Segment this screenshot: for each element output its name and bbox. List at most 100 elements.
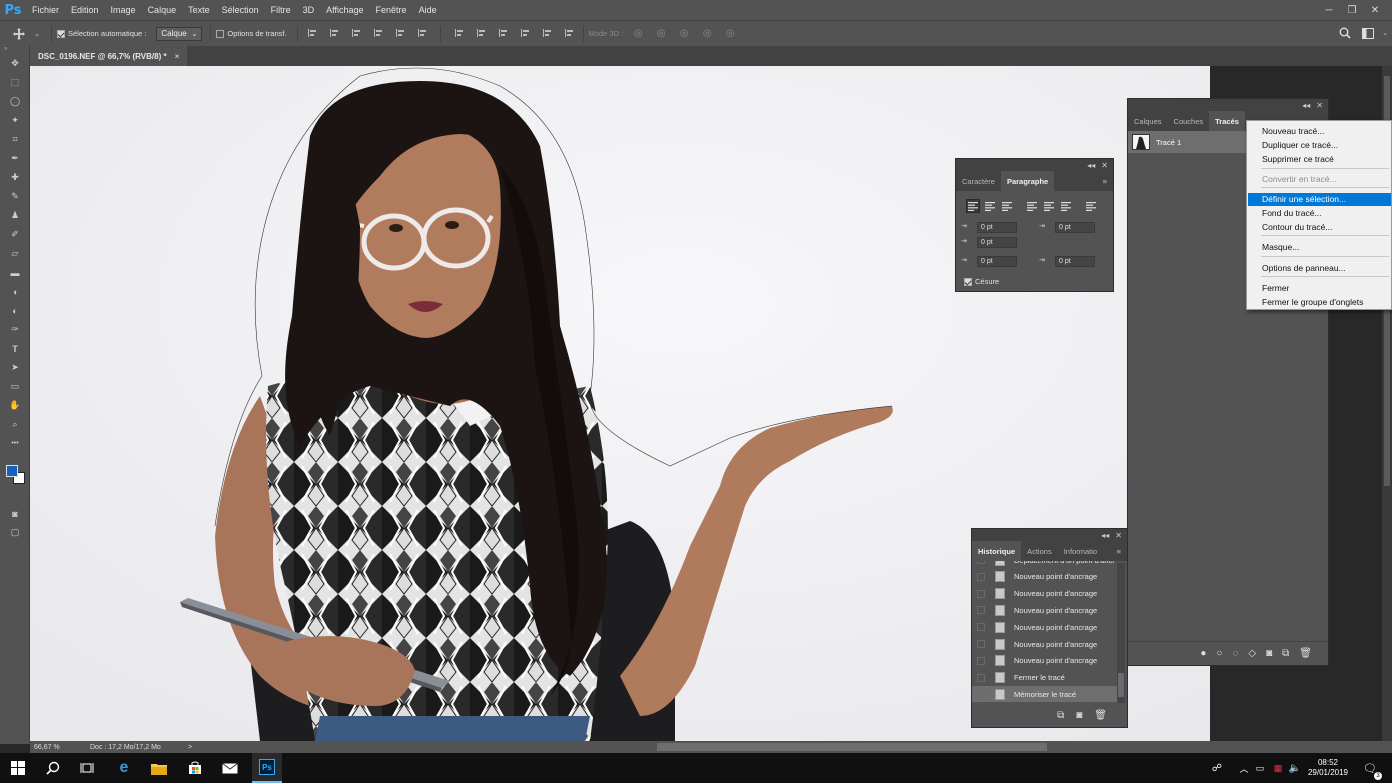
photoshop-taskbar-icon[interactable]: Ps	[252, 753, 282, 783]
tab-actions[interactable]: Actions	[1021, 541, 1058, 561]
task-view-icon[interactable]	[77, 758, 97, 778]
quick-mask-icon[interactable]: ◙	[0, 504, 30, 523]
brush-tool-icon[interactable]: ✎	[0, 187, 30, 206]
context-menu-item[interactable]: Fermer le groupe d'onglets	[1248, 296, 1391, 309]
space-before-field[interactable]: 0 pt	[977, 256, 1017, 267]
history-item[interactable]: Nouveau point d'ancrage	[972, 636, 1117, 652]
restore-icon[interactable]: ❐	[1341, 0, 1363, 20]
history-item[interactable]: Nouveau point d'ancrage	[972, 586, 1117, 602]
search-icon[interactable]	[1338, 26, 1352, 40]
indent-first-line-field[interactable]: 0 pt	[977, 237, 1017, 248]
pan-3d-icon[interactable]: ◎	[677, 27, 691, 41]
collapse-icon[interactable]: ◂◂	[1302, 101, 1310, 110]
collapse-icon[interactable]: ◂◂	[1101, 531, 1109, 540]
menu-5[interactable]: Sélection	[216, 0, 265, 20]
tab-history[interactable]: Historique	[972, 541, 1022, 561]
eraser-icon[interactable]: ▱	[0, 244, 30, 263]
history-item[interactable]: Fermer le tracé	[972, 670, 1117, 686]
close-window-icon[interactable]: ✕	[1364, 0, 1386, 20]
chevron-down-icon[interactable]: ⌄	[1378, 26, 1392, 40]
align-distribute-icon[interactable]	[496, 26, 510, 40]
history-scrollbar[interactable]	[1117, 563, 1125, 703]
slide-3d-icon[interactable]: ◎	[700, 27, 714, 41]
close-tab-icon[interactable]: ×	[175, 52, 180, 61]
justify-left-icon[interactable]	[1025, 199, 1039, 213]
align-left-icon[interactable]	[966, 199, 980, 213]
clock[interactable]: 08:52 29/01/2019	[1305, 758, 1351, 778]
move-tool-icon[interactable]: ✥	[0, 54, 30, 73]
trash-icon[interactable]: 🗑	[1299, 648, 1312, 659]
notifications-icon[interactable]: 🗨 3	[1360, 758, 1382, 780]
context-menu-item[interactable]: Fermer	[1248, 282, 1391, 295]
path-selection-icon[interactable]: ➤	[0, 358, 30, 377]
search-icon[interactable]	[43, 758, 63, 778]
battery-icon[interactable]: ▭	[1250, 758, 1270, 778]
panel-menu-icon[interactable]: ≡	[1111, 541, 1127, 561]
edge-browser-icon[interactable]: e	[114, 758, 134, 778]
history-item[interactable]: Déplacement d'un point d'ancr	[972, 561, 1117, 568]
tab-channels[interactable]: Couches	[1168, 111, 1210, 131]
align-center-icon[interactable]	[983, 199, 997, 213]
history-source-checkbox[interactable]	[977, 640, 985, 648]
align-distribute-icon[interactable]	[349, 26, 363, 40]
fill-path-icon[interactable]: ●	[1200, 648, 1206, 659]
context-menu-item[interactable]: Masque...	[1248, 241, 1391, 254]
dodge-tool-icon[interactable]: ◐	[0, 301, 30, 320]
more-tools-icon[interactable]: •••	[0, 434, 30, 453]
store-icon[interactable]	[185, 758, 205, 778]
context-menu-item[interactable]: Définir une sélection...	[1248, 193, 1391, 206]
history-source-checkbox[interactable]	[977, 690, 985, 699]
file-explorer-icon[interactable]	[149, 758, 169, 778]
people-icon[interactable]: ☍	[1207, 758, 1227, 778]
align-distribute-icon[interactable]	[415, 26, 429, 40]
tab-layers[interactable]: Calques	[1128, 111, 1168, 131]
status-arrow-icon[interactable]: >	[188, 744, 192, 751]
close-panel-icon[interactable]: ✕	[1101, 161, 1108, 170]
menu-8[interactable]: Affichage	[320, 0, 369, 20]
align-distribute-icon[interactable]	[562, 26, 576, 40]
foreground-color-swatch[interactable]	[6, 465, 18, 477]
justify-all-icon[interactable]	[1084, 199, 1098, 213]
close-panel-icon[interactable]: ✕	[1316, 101, 1323, 110]
indent-right-field[interactable]: 0 pt	[1055, 222, 1095, 233]
history-source-checkbox[interactable]	[977, 623, 985, 632]
history-brush-icon[interactable]: ✐	[0, 225, 30, 244]
history-item[interactable]: Mémoriser le tracé	[972, 686, 1117, 703]
clone-stamp-icon[interactable]: ♟	[0, 206, 30, 225]
menu-6[interactable]: Filtre	[265, 0, 297, 20]
screen-mode-icon[interactable]: ▢	[0, 523, 30, 542]
eyedropper-icon[interactable]: ✒	[0, 149, 30, 168]
zoom-tool-icon[interactable]: ⌕	[0, 415, 30, 434]
blur-tool-icon[interactable]: ◖	[0, 282, 30, 301]
close-panel-icon[interactable]: ✕	[1115, 531, 1122, 540]
windows-start-icon[interactable]	[8, 758, 28, 778]
load-selection-icon[interactable]: ◌	[1232, 648, 1238, 659]
gradient-tool-icon[interactable]: ▬	[0, 263, 30, 282]
volume-icon[interactable]: 🔈	[1285, 758, 1305, 778]
context-menu-item[interactable]: Fond du tracé...	[1248, 207, 1391, 220]
history-source-checkbox[interactable]	[977, 673, 985, 682]
space-after-field[interactable]: 0 pt	[1055, 256, 1095, 267]
chevron-down-icon[interactable]: ⌄	[30, 27, 44, 41]
marquee-tool-icon[interactable]: ⬚	[0, 73, 30, 92]
minimize-icon[interactable]: ─	[1318, 0, 1340, 20]
align-distribute-icon[interactable]	[518, 26, 532, 40]
magic-wand-icon[interactable]: ✦	[0, 111, 30, 130]
history-source-checkbox[interactable]	[977, 589, 985, 598]
history-item[interactable]: Nouveau point d'ancrage	[972, 653, 1117, 669]
indent-left-field[interactable]: 0 pt	[977, 222, 1017, 233]
horizontal-scrollbar[interactable]	[657, 743, 1047, 751]
history-item[interactable]: Nouveau point d'ancrage	[972, 619, 1117, 635]
auto-select-dropdown[interactable]: Calque ⌄	[156, 26, 203, 41]
align-distribute-icon[interactable]	[327, 26, 341, 40]
justify-center-icon[interactable]	[1042, 199, 1056, 213]
new-path-icon[interactable]: ⧉	[1282, 648, 1289, 659]
tab-paragraph[interactable]: Paragraphe	[1000, 171, 1055, 191]
history-source-checkbox[interactable]	[977, 572, 985, 581]
context-menu-item[interactable]: Contour du tracé...	[1248, 221, 1391, 234]
type-tool-icon[interactable]: T	[0, 339, 30, 358]
align-distribute-icon[interactable]	[540, 26, 554, 40]
align-distribute-icon[interactable]	[371, 26, 385, 40]
panel-menu-icon[interactable]: ≡	[1097, 171, 1113, 191]
history-source-checkbox[interactable]	[977, 606, 985, 615]
